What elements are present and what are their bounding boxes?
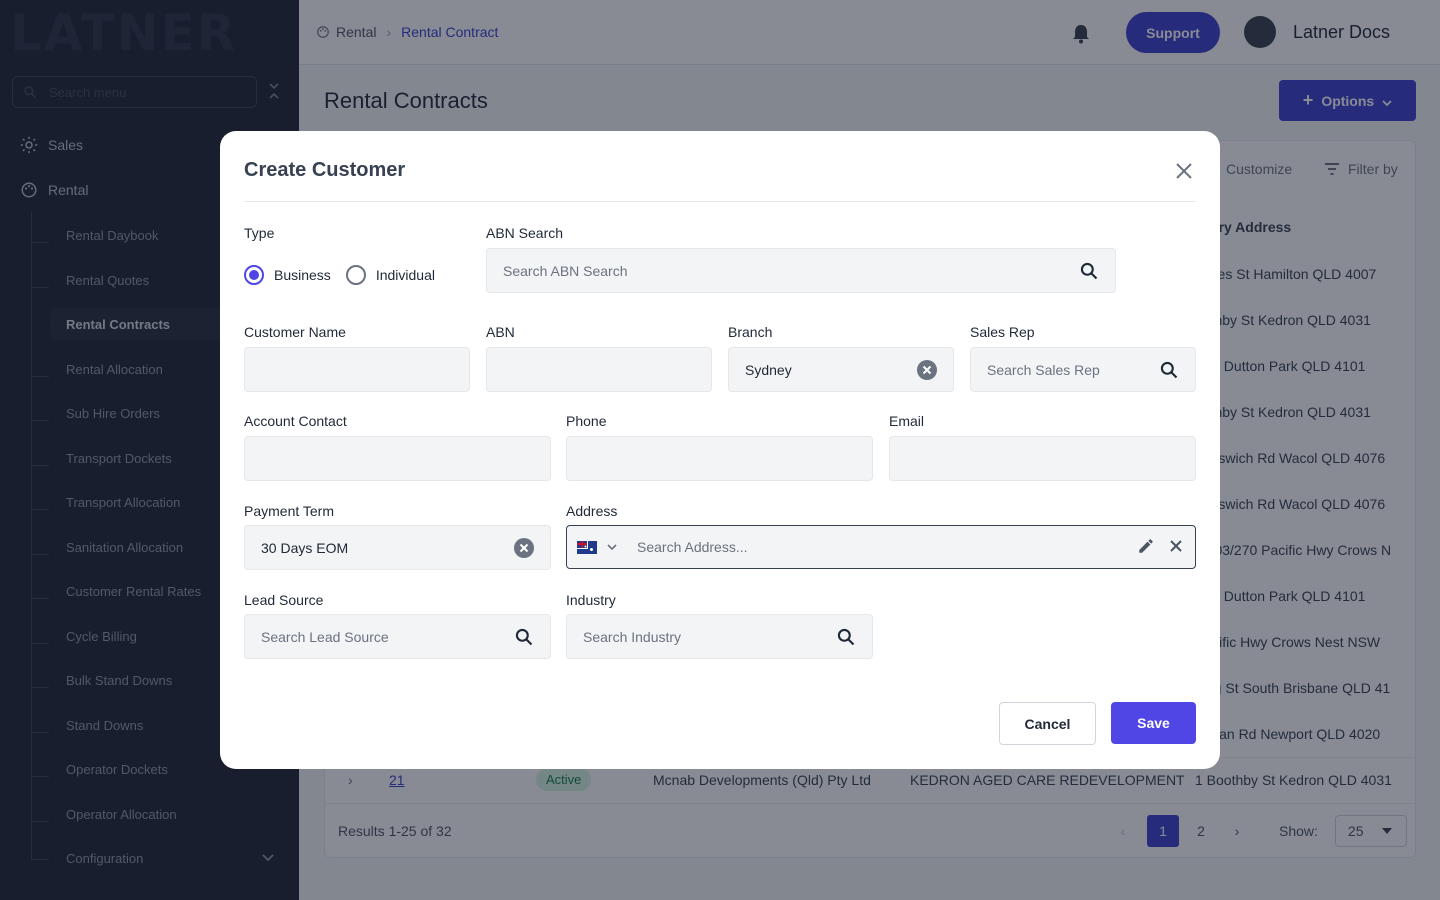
branch-select[interactable]: Sydney: [728, 347, 954, 392]
pencil-icon[interactable]: [1137, 537, 1155, 558]
abn-search-input[interactable]: Search ABN Search: [486, 248, 1116, 293]
search-icon[interactable]: [836, 627, 856, 647]
cancel-button[interactable]: Cancel: [999, 702, 1096, 745]
email-field[interactable]: [889, 436, 1196, 481]
account-contact-label: Account Contact: [244, 413, 347, 429]
save-button[interactable]: Save: [1111, 702, 1196, 744]
customer-name-label: Customer Name: [244, 324, 346, 340]
lead-source-placeholder: Search Lead Source: [261, 628, 389, 645]
lead-source-input[interactable]: Search Lead Source: [244, 614, 551, 659]
address-input[interactable]: Search Address...: [566, 525, 1196, 569]
search-icon[interactable]: [1079, 261, 1099, 281]
abn-field[interactable]: [486, 347, 712, 392]
customer-name-field[interactable]: [244, 347, 470, 392]
industry-label: Industry: [566, 592, 616, 608]
business-radio-label[interactable]: Business: [274, 267, 331, 283]
clear-icon[interactable]: [514, 537, 534, 558]
phone-field[interactable]: [566, 436, 873, 481]
branch-value: Sydney: [745, 361, 792, 378]
abn-label: ABN: [486, 324, 515, 340]
search-icon[interactable]: [1159, 360, 1179, 380]
address-label: Address: [566, 503, 618, 519]
email-label: Email: [889, 413, 925, 429]
address-actions: [1137, 537, 1183, 558]
type-radio-group: Business Individual: [244, 265, 435, 285]
payment-term-label: Payment Term: [244, 503, 334, 519]
lead-source-label: Lead Source: [244, 592, 324, 608]
business-radio[interactable]: [244, 265, 264, 285]
clear-icon[interactable]: [917, 359, 937, 380]
industry-input[interactable]: Search Industry: [566, 614, 873, 659]
branch-label: Branch: [728, 324, 773, 340]
search-icon[interactable]: [514, 627, 534, 647]
individual-radio[interactable]: [345, 265, 366, 285]
create-customer-dialog: Create Customer Type Business Individual…: [220, 131, 1220, 769]
account-contact-field[interactable]: [244, 436, 551, 481]
australia-flag-icon[interactable]: [577, 540, 597, 554]
payment-term-select[interactable]: 30 Days EOM: [244, 525, 551, 570]
dialog-title: Create Customer: [244, 159, 406, 181]
sales-rep-label: Sales Rep: [970, 324, 1035, 340]
sales-rep-input[interactable]: Search Sales Rep: [970, 347, 1196, 392]
industry-placeholder: Search Industry: [583, 628, 682, 645]
payment-term-value: 30 Days EOM: [261, 539, 349, 556]
sales-rep-placeholder: Search Sales Rep: [987, 361, 1100, 378]
phone-label: Phone: [566, 413, 607, 429]
dialog-divider: [244, 201, 1196, 202]
chevron-down-icon[interactable]: [607, 542, 617, 553]
close-icon[interactable]: [1169, 539, 1183, 556]
individual-radio-label[interactable]: Individual: [376, 267, 435, 283]
abn-search-label: ABN Search: [486, 225, 564, 241]
address-placeholder: Search Address...: [637, 539, 748, 555]
type-label: Type: [244, 225, 275, 241]
close-icon[interactable]: [1172, 159, 1196, 183]
abn-search-placeholder: Search ABN Search: [503, 262, 628, 279]
